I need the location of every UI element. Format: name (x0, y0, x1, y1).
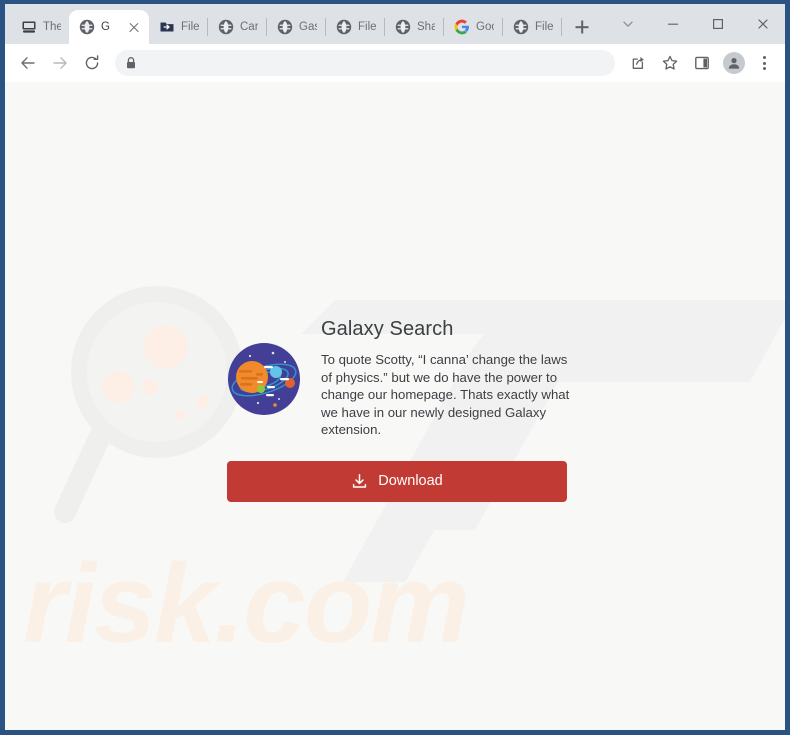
download-button-label: Download (378, 473, 443, 490)
star-icon (662, 55, 678, 70)
page-viewport: risk.com Galaxy Search To quote Scotty, … (5, 82, 785, 730)
browser-window-inner: The G FileT (5, 4, 785, 730)
tab-6[interactable]: Shap (385, 10, 443, 44)
minimize-icon (667, 23, 678, 25)
person-icon (728, 58, 740, 69)
google-g-icon (454, 19, 469, 35)
tab-label: File (358, 21, 376, 33)
maximize-button[interactable] (695, 6, 740, 42)
extension-promo-card: Galaxy Search To quote Scotty, “I canna’… (227, 318, 572, 502)
tab-strip: The G FileT (5, 4, 785, 44)
new-tab-button[interactable] (568, 13, 596, 41)
reload-icon (85, 55, 99, 70)
tab-label: Car (240, 21, 258, 33)
side-panel-icon (695, 56, 709, 70)
arrow-right-icon (53, 57, 67, 69)
tab-0[interactable]: The (11, 10, 69, 44)
tab-search-button[interactable] (605, 6, 650, 42)
close-button[interactable] (740, 6, 785, 42)
back-button[interactable] (13, 48, 43, 78)
window-controls (605, 4, 785, 44)
tab-close-icon[interactable] (127, 20, 141, 34)
tab-label: Goog (476, 21, 494, 33)
three-dot-menu-icon[interactable] (751, 48, 777, 78)
minimize-button[interactable] (650, 6, 695, 42)
reload-button[interactable] (77, 48, 107, 78)
app-description: To quote Scotty, “I canna’ change the la… (321, 352, 570, 438)
download-button[interactable]: Download (227, 460, 567, 502)
bookmark-button[interactable] (655, 48, 685, 78)
file-share-icon (160, 22, 174, 32)
close-icon (757, 19, 768, 29)
magnifier-icon (54, 286, 243, 523)
solar-system-planet-icon (227, 342, 301, 421)
tab-label: G (101, 21, 110, 33)
download-icon (353, 474, 367, 488)
hero-text: Galaxy Search To quote Scotty, “I canna’… (321, 318, 572, 439)
forward-button[interactable] (45, 48, 75, 78)
tab-label: FileT (181, 21, 199, 33)
hero-row: Galaxy Search To quote Scotty, “I canna’… (227, 318, 572, 439)
tab-3[interactable]: Car (208, 10, 266, 44)
tab-separator (561, 18, 562, 36)
tab-2[interactable]: FileT (149, 10, 207, 44)
globe-icon (395, 19, 411, 35)
computer-icon (22, 21, 36, 33)
address-bar[interactable] (115, 50, 615, 76)
globe-icon (277, 19, 293, 35)
browser-toolbar (5, 44, 785, 82)
globe-icon (218, 19, 234, 35)
profile-button[interactable] (719, 48, 749, 78)
tab-label: Shap (417, 21, 435, 33)
tab-7[interactable]: Goog (444, 10, 502, 44)
site-watermark-text: risk.com (23, 541, 468, 666)
avatar (723, 52, 745, 74)
magnifier-dots (102, 325, 210, 420)
share-icon (632, 56, 644, 69)
address-input[interactable] (143, 56, 605, 70)
chevron-down-icon (622, 21, 633, 27)
globe-icon (79, 19, 95, 35)
tab-label: The (43, 21, 61, 33)
arrow-left-icon (21, 57, 35, 69)
tab-5[interactable]: File (326, 10, 384, 44)
tab-label: File (535, 21, 553, 33)
maximize-icon (712, 18, 723, 30)
globe-icon (513, 19, 529, 35)
page-title: Galaxy Search (321, 318, 454, 340)
side-panel-button[interactable] (687, 48, 717, 78)
tab-4[interactable]: Gast (267, 10, 325, 44)
tab-label: Gast (299, 21, 317, 33)
tab-8[interactable]: File (503, 10, 561, 44)
share-button[interactable] (623, 48, 653, 78)
globe-icon (336, 19, 352, 35)
lock-icon (127, 57, 135, 69)
browser-window: The G FileT (0, 0, 790, 735)
tab-1-active[interactable]: G (69, 10, 149, 44)
